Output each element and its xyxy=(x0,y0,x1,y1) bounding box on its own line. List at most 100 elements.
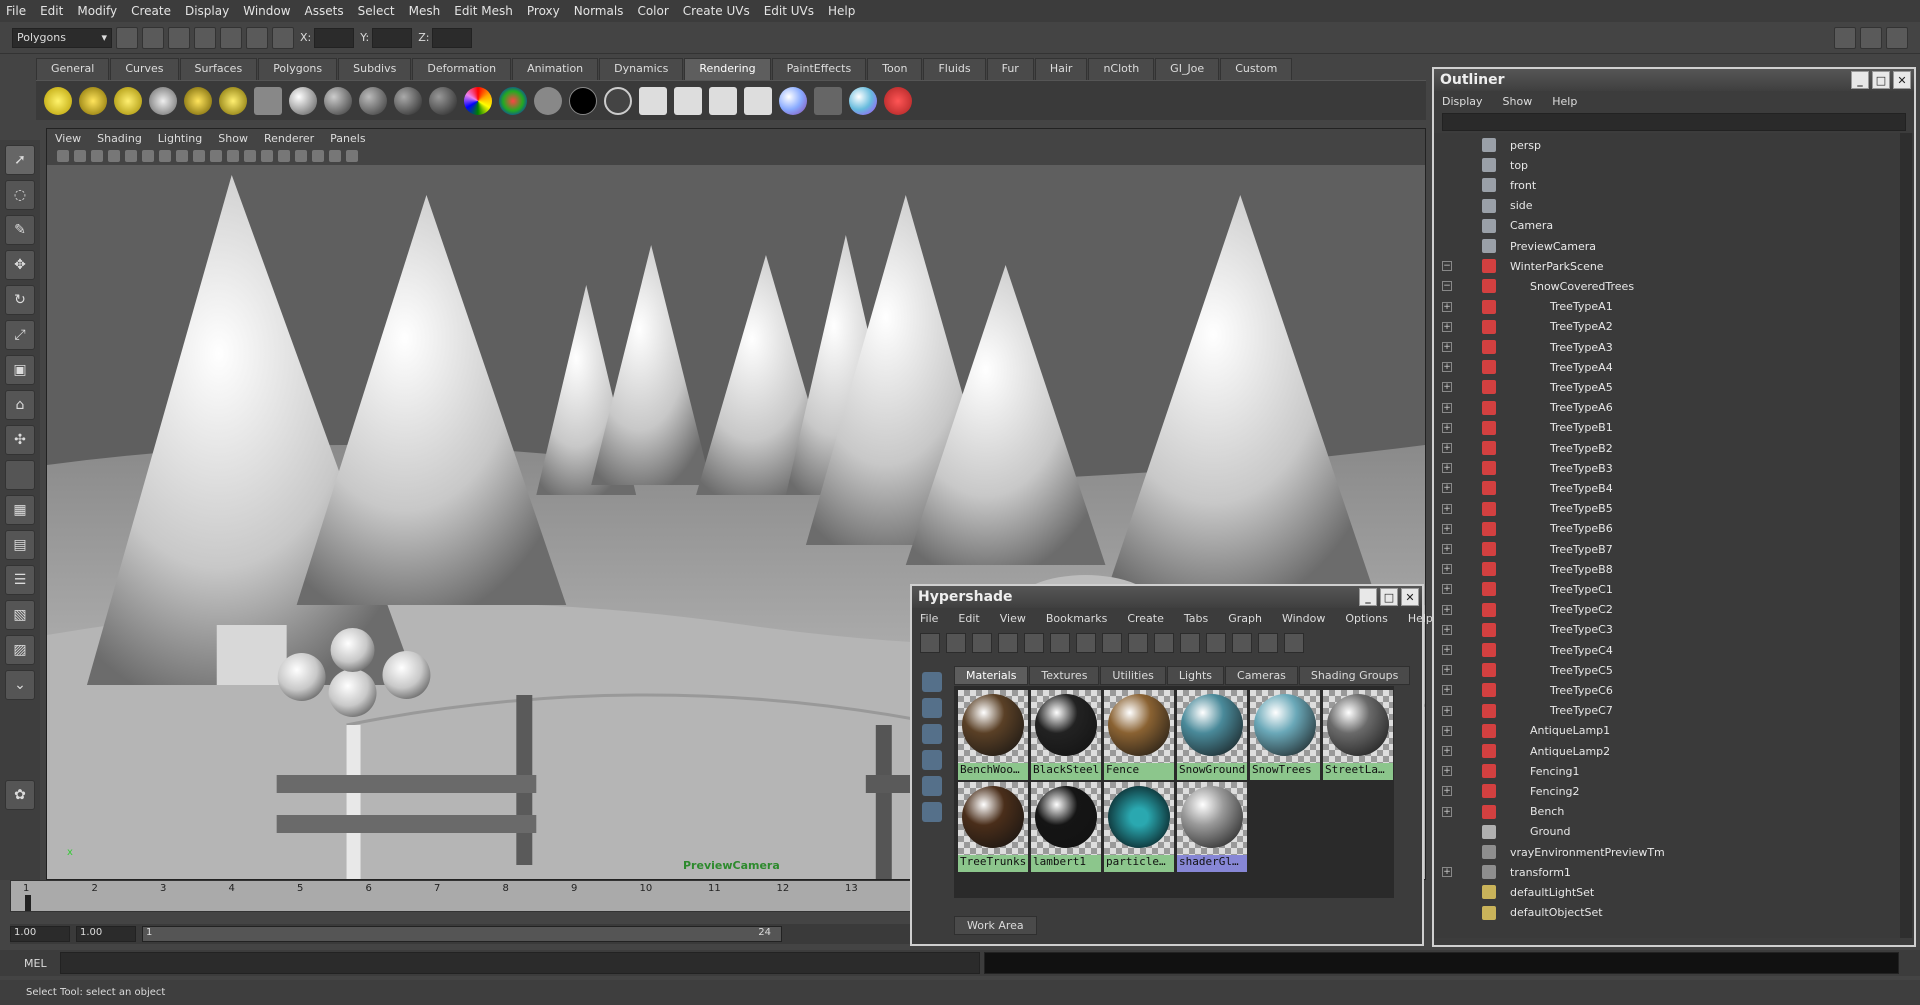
show-both-tabs-icon[interactable] xyxy=(998,633,1018,653)
outliner-row[interactable]: + TreeTypeC5 xyxy=(1434,660,1914,680)
shelf-tab-dynamics[interactable]: Dynamics xyxy=(599,58,684,80)
tab-shading-groups[interactable]: Shading Groups xyxy=(1298,666,1411,685)
material-swatch[interactable]: SnowTrees xyxy=(1250,690,1320,780)
spot-light-icon[interactable] xyxy=(149,86,177,115)
smooth-shade-icon[interactable] xyxy=(244,150,256,162)
outliner-row[interactable]: + TreeTypeA4 xyxy=(1434,357,1914,377)
medium-swatch-icon[interactable] xyxy=(922,776,942,796)
select-hierarchy-button[interactable] xyxy=(116,26,138,49)
phong-icon[interactable] xyxy=(324,86,352,115)
soft-modify-icon[interactable]: ⌂ xyxy=(5,390,35,420)
ambient-light-icon[interactable] xyxy=(44,86,72,115)
outliner-row[interactable]: defaultLightSet xyxy=(1434,882,1914,902)
use-all-lights-icon[interactable] xyxy=(295,150,307,162)
shelf-tab-general[interactable]: General xyxy=(36,58,110,80)
layered-shader-icon[interactable] xyxy=(499,86,527,115)
outliner-row[interactable]: + transform1 xyxy=(1434,862,1914,882)
shelf-tab-fluids[interactable]: Fluids xyxy=(923,58,986,80)
collapse-icon[interactable]: − xyxy=(1442,261,1452,272)
menu-set-select[interactable]: Polygons ▾ xyxy=(12,27,112,48)
menu-mesh[interactable]: Mesh xyxy=(409,4,441,18)
menu-modify[interactable]: Modify xyxy=(77,4,117,18)
render-current-frame-icon[interactable] xyxy=(639,86,667,115)
more-layouts-icon[interactable]: ⌄ xyxy=(5,670,35,700)
outliner-row[interactable]: defaultObjectSet xyxy=(1434,903,1914,923)
field-chart-icon[interactable] xyxy=(193,150,205,162)
outliner-row[interactable]: + TreeTypeC3 xyxy=(1434,620,1914,640)
outliner-row[interactable]: + TreeTypeC1 xyxy=(1434,579,1914,599)
maximize-icon[interactable]: □ xyxy=(1380,588,1398,606)
move-tool-icon[interactable]: ✥ xyxy=(5,250,35,280)
render-settings-button[interactable] xyxy=(272,26,294,49)
expand-icon[interactable]: + xyxy=(1442,382,1452,393)
outliner-row[interactable]: + TreeTypeB2 xyxy=(1434,438,1914,458)
expand-icon[interactable]: + xyxy=(1442,584,1452,595)
outliner-row[interactable]: Ground xyxy=(1434,822,1914,842)
last-tool-icon[interactable] xyxy=(5,460,35,490)
expand-icon[interactable]: + xyxy=(1442,867,1452,878)
shelf-tab-hair[interactable]: Hair xyxy=(1034,58,1088,80)
expand-icon[interactable]: + xyxy=(1442,523,1452,534)
outliner-menu-help[interactable]: Help xyxy=(1552,95,1577,108)
textured-icon[interactable] xyxy=(278,150,290,162)
show-top-tabs-icon[interactable] xyxy=(946,633,966,653)
expand-icon[interactable]: + xyxy=(1442,604,1452,615)
shelf-tab-rendering[interactable]: Rendering xyxy=(684,58,771,80)
outliner-row[interactable]: + TreeTypeC6 xyxy=(1434,680,1914,700)
outliner-row[interactable]: + TreeTypeB8 xyxy=(1434,559,1914,579)
outliner-titlebar[interactable]: Outliner _ □ ✕ xyxy=(1434,69,1914,91)
collapse-icon[interactable]: − xyxy=(1442,281,1452,292)
expand-icon[interactable]: + xyxy=(1442,624,1452,635)
outliner-row[interactable]: + TreeTypeB3 xyxy=(1434,458,1914,478)
graph-connections-icon[interactable] xyxy=(1050,633,1070,653)
shelf-tab-subdivs[interactable]: Subdivs xyxy=(338,58,412,80)
blinn-icon[interactable] xyxy=(289,86,317,115)
batch-render-icon[interactable] xyxy=(744,86,772,115)
shelf-tab-fur[interactable]: Fur xyxy=(986,58,1034,80)
outliner-row[interactable]: + TreeTypeB1 xyxy=(1434,418,1914,438)
graph-layout-icon[interactable]: ▧ xyxy=(5,600,35,630)
shelf-tab-gi-joe[interactable]: GI_Joe xyxy=(1155,58,1220,80)
material-swatch[interactable]: BlackSteel xyxy=(1031,690,1101,780)
expand-icon[interactable]: + xyxy=(1442,342,1452,352)
outliner-menu-display[interactable]: Display xyxy=(1442,95,1483,108)
hypershade-menu-options[interactable]: Options xyxy=(1345,612,1387,625)
shelf-tab-curves[interactable]: Curves xyxy=(110,58,179,80)
list-view-icon[interactable] xyxy=(922,698,942,718)
expand-icon[interactable]: + xyxy=(1442,564,1452,575)
volume-light-icon[interactable] xyxy=(219,86,247,115)
expand-icon[interactable]: + xyxy=(1442,746,1452,756)
minimize-icon[interactable]: _ xyxy=(1851,71,1869,89)
quick-layout-icon[interactable]: ✿ xyxy=(5,780,35,810)
expand-icon[interactable]: + xyxy=(1442,645,1452,655)
use-background-icon[interactable] xyxy=(569,86,597,115)
range-bar[interactable]: 1 24 xyxy=(142,926,782,942)
settings-icon[interactable] xyxy=(1284,633,1304,653)
start-time-field[interactable]: 1.00 xyxy=(10,926,70,942)
scale-tool-icon[interactable]: ⤢ xyxy=(5,320,35,350)
menu-normals[interactable]: Normals xyxy=(574,4,624,18)
render-button[interactable] xyxy=(220,26,242,49)
render-view-icon[interactable] xyxy=(709,86,737,115)
hypershade-menu-graph[interactable]: Graph xyxy=(1228,612,1262,625)
isolate-select-icon[interactable] xyxy=(329,150,341,162)
viewport-menu-renderer[interactable]: Renderer xyxy=(264,132,314,145)
menu-edit-uvs[interactable]: Edit UVs xyxy=(764,4,814,18)
close-icon[interactable]: ✕ xyxy=(1893,71,1911,89)
outliner-row[interactable]: top xyxy=(1434,155,1914,175)
maximize-icon[interactable]: □ xyxy=(1872,71,1890,89)
tab-materials[interactable]: Materials xyxy=(954,666,1029,685)
hypershade-titlebar[interactable]: Hypershade _ □ ✕ xyxy=(912,586,1422,608)
outliner-row[interactable]: persp xyxy=(1434,135,1914,155)
material-swatch[interactable]: BenchWoo… xyxy=(958,690,1028,780)
paint-icon[interactable] xyxy=(884,86,912,115)
expand-icon[interactable]: + xyxy=(1442,483,1452,494)
wireframe-icon[interactable] xyxy=(227,150,239,162)
menu-help[interactable]: Help xyxy=(828,4,855,18)
material-swatch[interactable]: lambert1 xyxy=(1031,782,1101,872)
toggle-attribute-editor-button[interactable] xyxy=(1834,26,1856,49)
outliner-row[interactable]: − WinterParkScene xyxy=(1434,256,1914,276)
tab-utilities[interactable]: Utilities xyxy=(1100,666,1166,685)
menu-window[interactable]: Window xyxy=(243,4,290,18)
output-connections-icon[interactable] xyxy=(1180,633,1200,653)
